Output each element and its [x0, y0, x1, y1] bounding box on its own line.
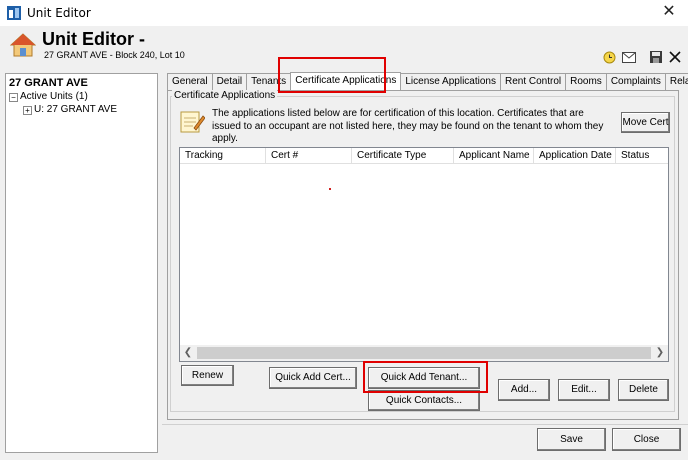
tree-item-label: U: 27 GRANT AVE	[34, 104, 117, 115]
tree-item-active-units[interactable]: − Active Units (1)	[9, 91, 154, 102]
location-tree[interactable]: 27 GRANT AVE − Active Units (1) + U: 27 GR…	[5, 73, 158, 453]
tree-item-unit[interactable]: + U: 27 GRANT AVE	[9, 104, 154, 115]
page-subtitle: 27 GRANT AVE - Block 240, Lot 10	[44, 50, 185, 60]
column-header-certificate-type[interactable]: Certificate Type	[352, 148, 454, 164]
certificate-applications-grid[interactable]: Tracking Cert # Certificate Type Applica…	[179, 147, 669, 362]
tab-general[interactable]: General	[167, 73, 213, 90]
column-header-application-date[interactable]: Application Date	[534, 148, 616, 164]
close-button[interactable]: Close	[612, 428, 681, 451]
window-title: Unit Editor	[27, 6, 91, 20]
collapse-icon[interactable]: −	[9, 93, 18, 102]
quick-add-cert-button[interactable]: Quick Add Cert...	[269, 367, 357, 389]
scroll-left-icon[interactable]: ❮	[180, 345, 196, 361]
save-disk-icon[interactable]	[648, 50, 663, 65]
move-cert-button[interactable]: Move Cert	[621, 112, 670, 133]
delete-button[interactable]: Delete	[618, 379, 669, 401]
expand-icon[interactable]: +	[23, 106, 32, 115]
close-x-icon[interactable]	[667, 50, 682, 65]
scrollbar-thumb[interactable]	[197, 347, 651, 359]
window-close-button[interactable]: ✕	[660, 3, 678, 21]
column-header-status[interactable]: Status	[616, 148, 668, 164]
add-button[interactable]: Add...	[498, 379, 550, 401]
info-note: The applications listed below are for ce…	[176, 104, 608, 144]
horizontal-scrollbar[interactable]: ❮ ❯	[180, 345, 668, 361]
tab-rooms[interactable]: Rooms	[565, 73, 607, 90]
tree-root[interactable]: 27 GRANT AVE	[9, 77, 154, 89]
stray-pixel	[329, 188, 331, 190]
header-toolbar	[602, 49, 682, 65]
page-title: Unit Editor -	[42, 29, 145, 49]
tree-item-label: Active Units (1)	[20, 91, 88, 102]
column-header-cert-number[interactable]: Cert #	[266, 148, 352, 164]
clock-icon[interactable]	[602, 50, 617, 65]
house-icon	[10, 33, 36, 57]
tab-complaints[interactable]: Complaints	[605, 73, 666, 90]
tab-related[interactable]: Related	[664, 73, 688, 90]
edit-button[interactable]: Edit...	[558, 379, 610, 401]
app-icon	[7, 6, 21, 20]
editor-header: Unit Editor - 27 GRANT AVE - Block 240, …	[0, 26, 688, 72]
tab-strip: General Detail Tenants Certificate Appli…	[167, 72, 688, 90]
window-titlebar: Unit Editor ✕	[0, 0, 688, 26]
tab-rent-control[interactable]: Rent Control	[499, 73, 567, 90]
grid-header: Tracking Cert # Certificate Type Applica…	[180, 148, 668, 164]
renew-button[interactable]: Renew	[181, 365, 234, 386]
notepad-pencil-icon	[180, 111, 205, 133]
save-button[interactable]: Save	[537, 428, 606, 451]
tab-certificate-applications[interactable]: Certificate Applications	[290, 72, 402, 90]
quick-contacts-button[interactable]: Quick Contacts...	[368, 390, 480, 411]
scroll-right-icon[interactable]: ❯	[652, 345, 668, 361]
tab-detail[interactable]: Detail	[211, 73, 248, 90]
mail-icon[interactable]	[621, 50, 636, 65]
quick-add-tenant-button[interactable]: Quick Add Tenant...	[368, 367, 480, 389]
column-header-tracking[interactable]: Tracking	[180, 148, 266, 164]
tab-tenants[interactable]: Tenants	[246, 73, 292, 90]
info-text: The applications listed below are for ce…	[212, 108, 604, 144]
footer-divider	[162, 424, 688, 425]
column-header-applicant-name[interactable]: Applicant Name	[454, 148, 534, 164]
tab-license-applications[interactable]: License Applications	[400, 73, 501, 90]
group-label: Certificate Applications	[172, 90, 278, 101]
